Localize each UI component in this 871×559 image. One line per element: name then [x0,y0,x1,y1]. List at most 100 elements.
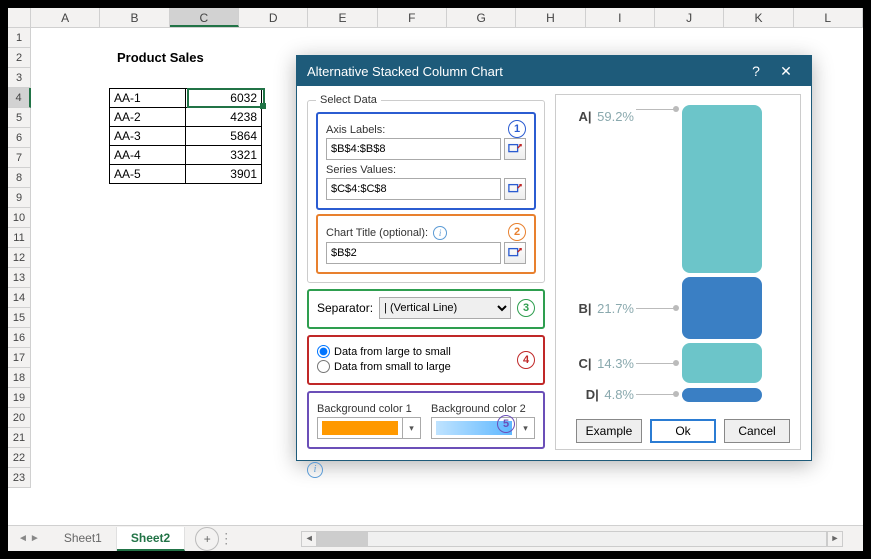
row-11[interactable]: 11 [8,228,31,248]
row-22[interactable]: 22 [8,448,31,468]
cell-value[interactable]: 3901 [186,165,262,184]
row-21[interactable]: 21 [8,428,31,448]
row-19[interactable]: 19 [8,388,31,408]
col-H[interactable]: H [516,8,585,27]
preview-row-B: B| 21.7% [564,277,792,339]
col-C[interactable]: C [170,8,239,27]
col-L[interactable]: L [794,8,863,27]
axis-labels-ref-button[interactable] [504,138,526,160]
badge-4: 4 [517,351,535,369]
bg-color-2-picker[interactable]: ▾ [431,417,535,439]
radio-large-to-small[interactable]: Data from large to small [317,345,535,358]
separator-group: Separator: | (Vertical Line) 3 [307,289,545,329]
scroll-right-icon[interactable]: ► [827,531,843,547]
row-7[interactable]: 7 [8,148,31,168]
row-10[interactable]: 10 [8,208,31,228]
cell-label[interactable]: AA-2 [110,108,186,127]
col-B[interactable]: B [100,8,169,27]
info-icon[interactable]: i [433,226,447,240]
row-5[interactable]: 5 [8,108,31,128]
col-I[interactable]: I [586,8,655,27]
leader-line [636,363,676,364]
preview-row-D: D| 4.8% [564,387,792,402]
row-1[interactable]: 1 [8,28,31,48]
row-headers: 1 2 3 4 5 6 7 8 9 10 11 12 13 14 15 16 1… [8,28,31,488]
series-values-ref-button[interactable] [504,178,526,200]
row-17[interactable]: 17 [8,348,31,368]
cell-label[interactable]: AA-1 [110,89,186,108]
tab-sheet2[interactable]: Sheet2 [117,527,185,551]
horizontal-scrollbar[interactable]: ◄ ► [301,531,843,547]
cell-value[interactable]: 6032 [186,89,262,108]
select-all-corner[interactable] [8,8,31,28]
bg-color-2-label: Background color 2 [431,403,526,415]
cell-title[interactable]: Product Sales [113,48,208,68]
chart-title-ref-button[interactable] [504,242,526,264]
row-14[interactable]: 14 [8,288,31,308]
leader-line [636,394,676,395]
tab-sheet1[interactable]: Sheet1 [50,527,117,551]
cell-label[interactable]: AA-5 [110,165,186,184]
radio-large-to-small-input[interactable] [317,345,330,358]
scroll-track[interactable] [317,531,827,547]
cell-value[interactable]: 3321 [186,146,262,165]
cell-label[interactable]: AA-3 [110,127,186,146]
dialog-titlebar[interactable]: Alternative Stacked Column Chart ? ✕ [297,56,811,86]
sheet-tab-bar: ◄ ► Sheet1 Sheet2 + ⋮ ◄ ► [8,525,863,551]
col-J[interactable]: J [655,8,724,27]
col-A[interactable]: A [31,8,100,27]
help-icon[interactable]: ? [741,63,771,79]
row-23[interactable]: 23 [8,468,31,488]
row-16[interactable]: 16 [8,328,31,348]
separator-select[interactable]: | (Vertical Line) [379,297,511,319]
tab-scroll-grip[interactable]: ⋮ [219,530,233,547]
bg-color-1-label: Background color 1 [317,403,421,415]
series-values-input[interactable] [326,178,501,200]
radio-small-to-large[interactable]: Data from small to large [317,360,535,373]
table-row: AA-35864 [110,127,262,146]
leader-line [636,109,676,110]
ok-button[interactable]: Ok [650,419,716,443]
col-E[interactable]: E [308,8,377,27]
col-G[interactable]: G [447,8,516,27]
row-8[interactable]: 8 [8,168,31,188]
row-13[interactable]: 13 [8,268,31,288]
col-F[interactable]: F [378,8,447,27]
radio-small-to-large-input[interactable] [317,360,330,373]
row-2[interactable]: 2 [8,48,31,68]
chart-dialog: Alternative Stacked Column Chart ? ✕ Sel… [296,55,812,461]
example-button[interactable]: Example [576,419,642,443]
chart-title-input[interactable] [326,242,501,264]
row-20[interactable]: 20 [8,408,31,428]
row-6[interactable]: 6 [8,128,31,148]
row-4[interactable]: 4 [8,88,31,108]
chevron-down-icon[interactable]: ▾ [402,418,420,438]
background-colors-group: Background color 1 ▾ Background color 2 … [307,391,545,449]
excel-window: A B C D E F G H I J K L 1 2 3 4 5 6 7 8 … [0,0,871,559]
row-12[interactable]: 12 [8,248,31,268]
cell-value[interactable]: 4238 [186,108,262,127]
row-15[interactable]: 15 [8,308,31,328]
col-D[interactable]: D [239,8,308,27]
nav-first-icon[interactable]: ◄ [18,533,28,544]
table-row: AA-43321 [110,146,262,165]
cell-label[interactable]: AA-4 [110,146,186,165]
row-9[interactable]: 9 [8,188,31,208]
row-18[interactable]: 18 [8,368,31,388]
nav-last-icon[interactable]: ► [30,533,40,544]
badge-3: 3 [517,299,535,317]
cell-value[interactable]: 5864 [186,127,262,146]
axis-labels-input[interactable] [326,138,501,160]
info-icon[interactable]: i [307,462,323,478]
cancel-button[interactable]: Cancel [724,419,790,443]
new-sheet-button[interactable]: + [195,527,219,551]
scroll-left-icon[interactable]: ◄ [301,531,317,547]
row-3[interactable]: 3 [8,68,31,88]
chart-title-label: Chart Title (optional): i [326,226,447,240]
dialog-left-panel: Select Data Axis Labels:1 Series Values: [307,94,545,450]
chevron-down-icon[interactable]: ▾ [516,418,534,438]
col-K[interactable]: K [724,8,793,27]
close-icon[interactable]: ✕ [771,63,801,80]
bg-color-1-picker[interactable]: ▾ [317,417,421,439]
scroll-thumb[interactable] [318,532,368,546]
